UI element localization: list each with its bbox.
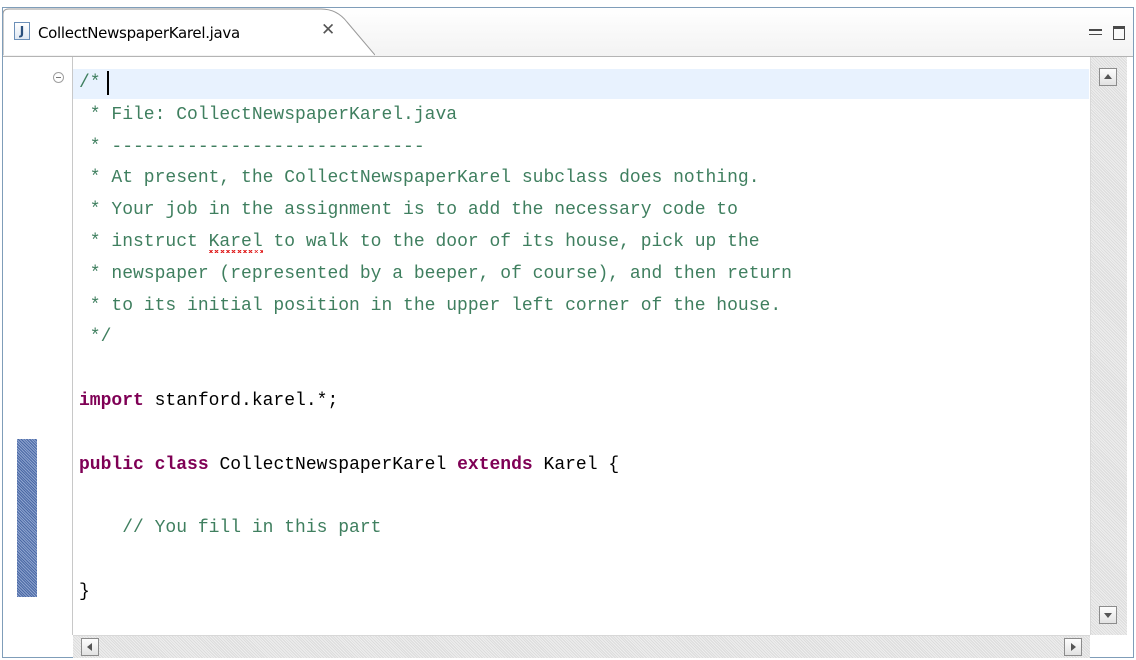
vertical-scrollbar[interactable] xyxy=(1090,57,1127,635)
class-name: CollectNewspaperKarel xyxy=(208,454,458,475)
code-line[interactable]: } xyxy=(79,580,90,604)
editor-tab[interactable]: J CollectNewspaperKarel.java ✕ xyxy=(3,8,375,56)
keyword-extends: extends xyxy=(457,454,533,475)
text-caret xyxy=(107,71,109,95)
code-line[interactable]: public class CollectNewspaperKarel exten… xyxy=(79,453,619,477)
comment-text: * ----------------------------- xyxy=(79,136,425,157)
superclass-name: Karel { xyxy=(532,454,620,475)
java-editor-window: J CollectNewspaperKarel.java ✕ /* * File… xyxy=(2,7,1134,658)
scroll-right-icon[interactable] xyxy=(1064,638,1082,656)
minimize-icon[interactable] xyxy=(1089,26,1103,40)
code-line[interactable]: * to its initial position in the upper l… xyxy=(79,294,781,318)
code-line[interactable]: // You fill in this part xyxy=(79,516,381,540)
comment-text: to walk to the door of its house, pick u… xyxy=(262,232,760,252)
code-line[interactable]: * ----------------------------- xyxy=(79,135,425,159)
scroll-down-icon[interactable] xyxy=(1099,606,1117,624)
code-line[interactable]: /* xyxy=(79,71,101,95)
overview-ruler xyxy=(17,57,38,657)
java-file-icon: J xyxy=(14,22,30,40)
horizontal-scrollbar[interactable] xyxy=(73,635,1090,658)
tab-title[interactable]: CollectNewspaperKarel.java xyxy=(38,24,240,42)
code-line[interactable]: * File: CollectNewspaperKarel.java xyxy=(79,103,457,127)
keyword-class: class xyxy=(154,454,209,475)
editor-tab-bar: J CollectNewspaperKarel.java ✕ xyxy=(3,8,1133,57)
line-gutter xyxy=(37,57,73,635)
comment-text: * instruct xyxy=(79,232,209,252)
code-editor[interactable]: /* * File: CollectNewspaperKarel.java * … xyxy=(73,57,1089,635)
spelling-error-word: Karel xyxy=(208,232,263,252)
collapse-fold-icon[interactable] xyxy=(53,72,64,83)
close-icon[interactable]: ✕ xyxy=(321,21,335,39)
code-line[interactable]: * Your job in the assignment is to add t… xyxy=(79,198,738,222)
current-line-highlight xyxy=(73,69,1089,99)
comment-text: * to its initial position in the upper l… xyxy=(79,295,782,316)
import-path: stanford.karel.*; xyxy=(143,391,339,411)
comment-text: * At present, the CollectNewspaperKarel … xyxy=(79,168,760,189)
scroll-up-icon[interactable] xyxy=(1099,68,1117,86)
code-line[interactable]: * newspaper (represented by a beeper, of… xyxy=(79,262,792,286)
comment-text: * Your job in the assignment is to add t… xyxy=(79,200,738,221)
code-line[interactable]: */ xyxy=(79,325,112,349)
keyword-public: public xyxy=(79,454,144,475)
scroll-left-icon[interactable] xyxy=(81,638,99,656)
comment-text: // You fill in this part xyxy=(79,518,382,539)
comment-text: /* xyxy=(79,73,101,93)
code-line[interactable]: * At present, the CollectNewspaperKarel … xyxy=(79,166,760,190)
change-marker[interactable] xyxy=(17,439,38,597)
code-line[interactable]: import stanford.karel.*; xyxy=(79,389,338,413)
comment-text: * newspaper (represented by a beeper, of… xyxy=(79,263,792,284)
code-line[interactable]: * instruct Karel to walk to the door of … xyxy=(79,230,760,254)
comment-text: * File: CollectNewspaperKarel.java xyxy=(79,104,458,125)
maximize-icon[interactable] xyxy=(1113,26,1125,40)
keyword-import: import xyxy=(79,391,144,411)
code-text: } xyxy=(79,581,90,602)
comment-text: */ xyxy=(79,327,112,348)
